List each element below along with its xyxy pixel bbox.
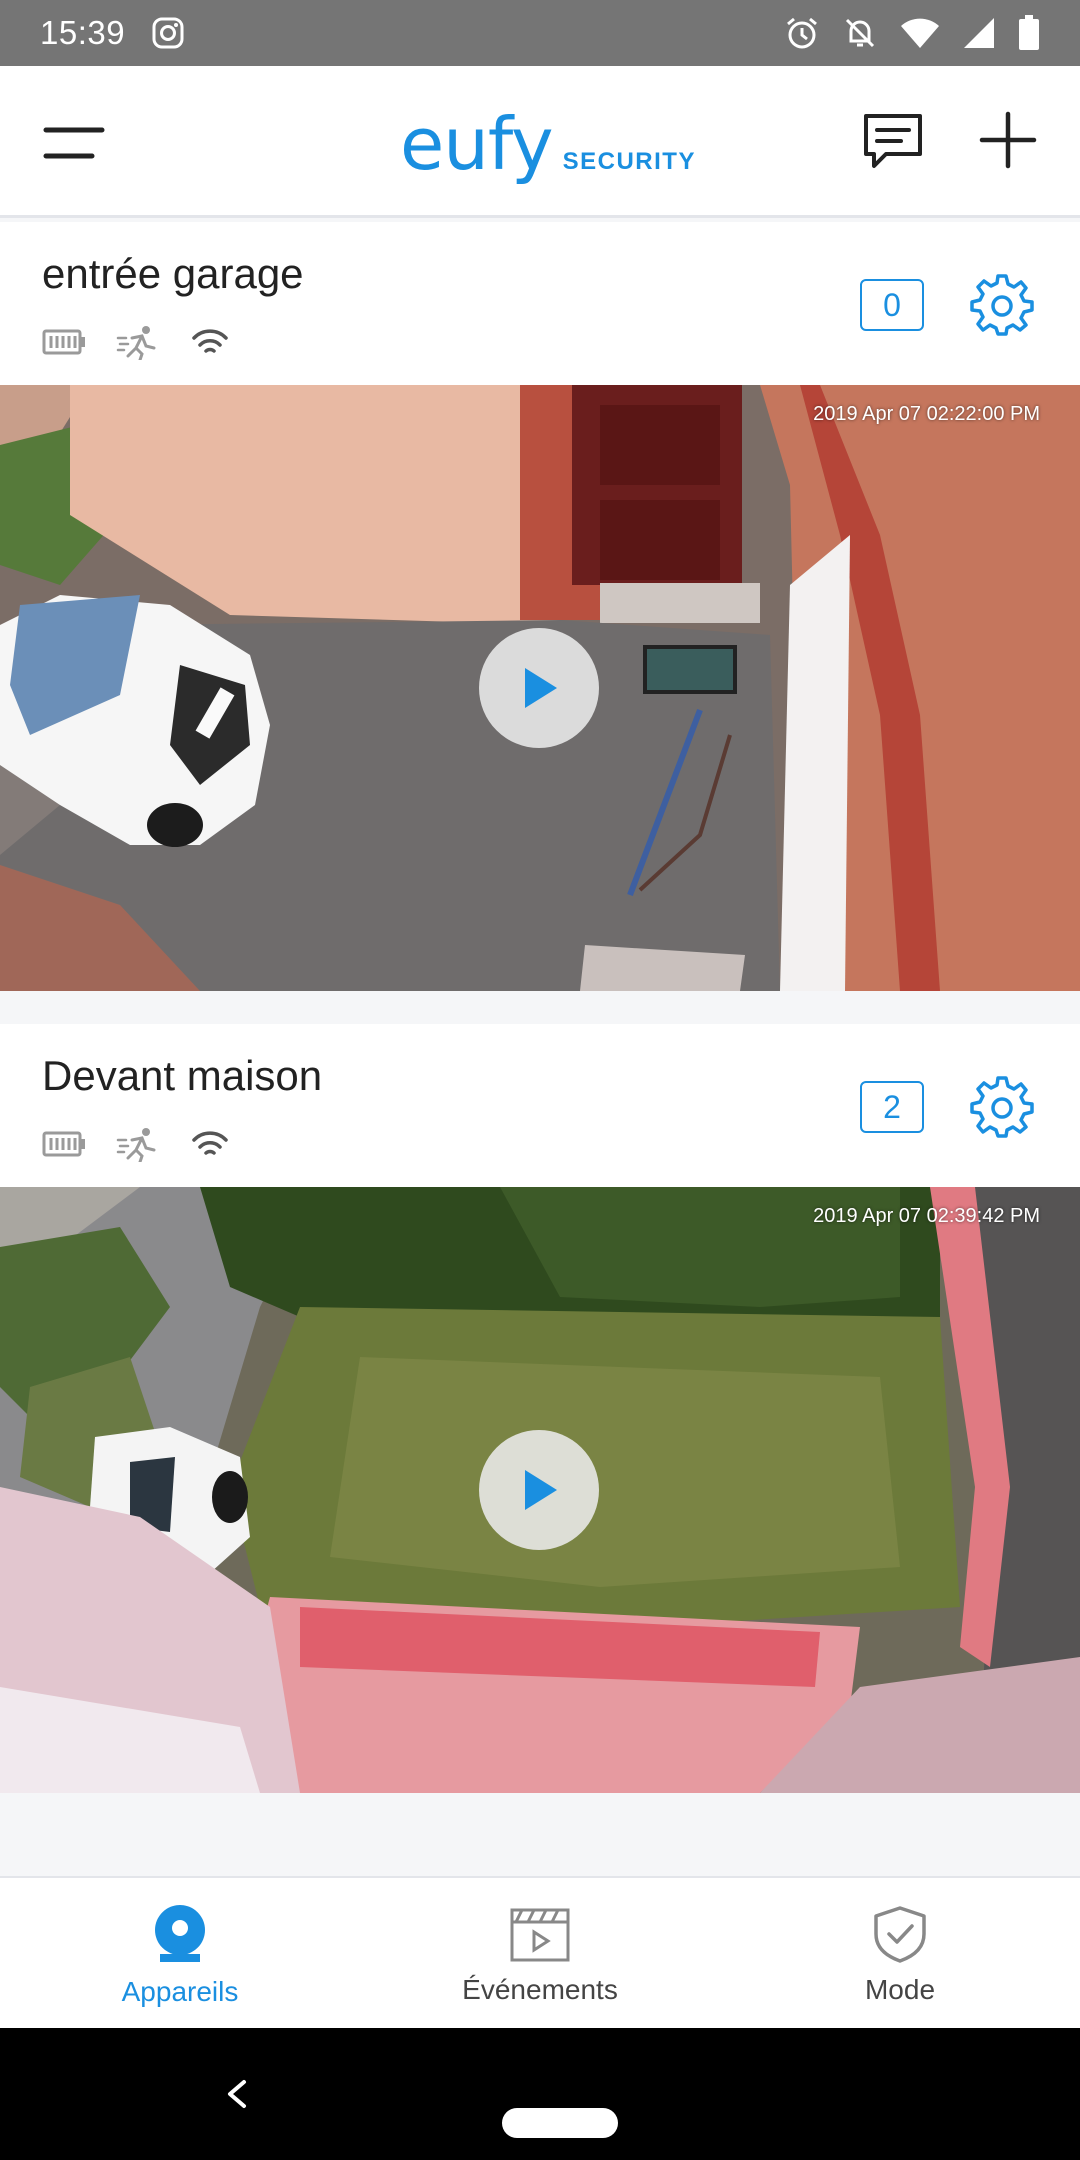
tab-label: Événements: [462, 1974, 618, 2005]
status-time: 15:39: [40, 14, 126, 51]
motion-icon: [116, 1128, 156, 1162]
notifications-off-icon: [845, 18, 875, 48]
system-nav-bar: [0, 2028, 1080, 2160]
clapperboard-icon: [510, 1908, 570, 1962]
motion-icon: [116, 326, 156, 360]
device-name[interactable]: entrée garage: [42, 250, 304, 298]
back-icon[interactable]: [222, 2076, 252, 2112]
home-pill[interactable]: [502, 2108, 618, 2138]
instagram-icon: [152, 17, 184, 49]
device-status-icons: [42, 1126, 230, 1162]
play-icon: [525, 668, 557, 708]
feed-timestamp: 2019 Apr 07 02:39:42 PM: [813, 1205, 1040, 1227]
signal-icon: [964, 18, 994, 48]
settings-gear-icon[interactable]: [970, 1074, 1034, 1138]
play-button[interactable]: [479, 628, 599, 748]
shield-check-icon: [874, 1906, 926, 1963]
status-bar: 15:39: [0, 0, 1080, 66]
device-name[interactable]: Devant maison: [42, 1052, 322, 1100]
battery-icon: [1019, 15, 1039, 50]
menu-icon[interactable]: [40, 118, 110, 168]
logo-word: eufy: [400, 102, 554, 186]
settings-gear-icon[interactable]: [970, 272, 1034, 336]
event-count-badge[interactable]: 2: [860, 1081, 924, 1133]
camera-feed-garage[interactable]: 2019 Apr 07 02:22:00 PM: [0, 385, 1080, 991]
add-icon[interactable]: [978, 110, 1038, 170]
play-icon: [525, 1470, 557, 1510]
bottom-navigation: Appareils Événements Mode: [0, 1876, 1080, 2028]
wifi-icon: [901, 18, 939, 48]
app-screen: 15:39 eufy SECURITY entrée garage 0 2019…: [0, 0, 1080, 2160]
camera-icon: [155, 1905, 205, 1962]
tab-evenements[interactable]: Événements: [360, 1878, 720, 2028]
device-card-header: entrée garage 0: [0, 222, 1080, 385]
tab-mode[interactable]: Mode: [720, 1878, 1080, 2028]
play-button[interactable]: [479, 1430, 599, 1550]
device-status-icons: [42, 324, 230, 360]
tab-label: Mode: [864, 1974, 936, 2005]
wifi-icon: [192, 329, 228, 353]
battery-icon: [42, 329, 85, 355]
app-header: eufy SECURITY: [0, 66, 1080, 218]
tab-label: Appareils: [121, 1976, 239, 2007]
message-icon[interactable]: [860, 110, 926, 174]
battery-icon: [42, 1131, 85, 1157]
alarm-icon: [787, 17, 817, 49]
device-card-header: Devant maison 2: [0, 1024, 1080, 1187]
eufy-logo: eufy SECURITY: [400, 102, 696, 186]
event-count-badge[interactable]: 0: [860, 279, 924, 331]
logo-suffix: SECURITY: [562, 148, 696, 175]
wifi-icon: [192, 1131, 228, 1155]
camera-feed-front[interactable]: 2019 Apr 07 02:39:42 PM: [0, 1187, 1080, 1793]
feed-timestamp: 2019 Apr 07 02:22:00 PM: [813, 403, 1040, 425]
tab-appareils[interactable]: Appareils: [0, 1878, 360, 2028]
